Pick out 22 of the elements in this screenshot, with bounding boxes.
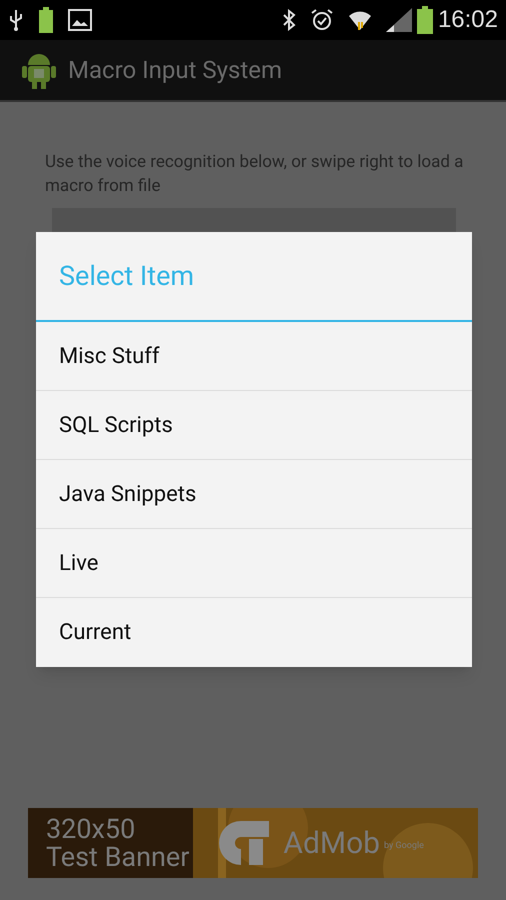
app-title: Macro Input System	[68, 55, 282, 86]
bluetooth-icon	[282, 9, 296, 31]
banner-label-text: Test Banner	[46, 843, 190, 871]
list-item[interactable]: Misc Stuff	[36, 322, 472, 391]
android-robot-icon	[22, 51, 56, 89]
usb-icon	[8, 8, 24, 32]
admob-brand-text: AdMob	[283, 824, 380, 862]
battery-icon	[38, 7, 54, 33]
battery-icon	[416, 6, 434, 34]
dialog-title: Select Item	[59, 258, 194, 294]
list-item[interactable]: Live	[36, 529, 472, 598]
signal-icon	[386, 8, 412, 32]
image-icon	[68, 9, 92, 31]
list-item[interactable]: Java Snippets	[36, 460, 472, 529]
banner-size-text: 320x50	[46, 815, 136, 843]
admob-logo-icon	[219, 821, 270, 865]
clock-time: 16:02	[438, 5, 498, 35]
list-item[interactable]: Current	[36, 598, 472, 667]
instructions-text: Use the voice recognition below, or swipe right to load a macro from file	[45, 151, 464, 198]
byline-text: by Google	[384, 840, 424, 854]
list-item[interactable]: SQL Scripts	[36, 391, 472, 460]
alarm-icon	[310, 8, 334, 32]
